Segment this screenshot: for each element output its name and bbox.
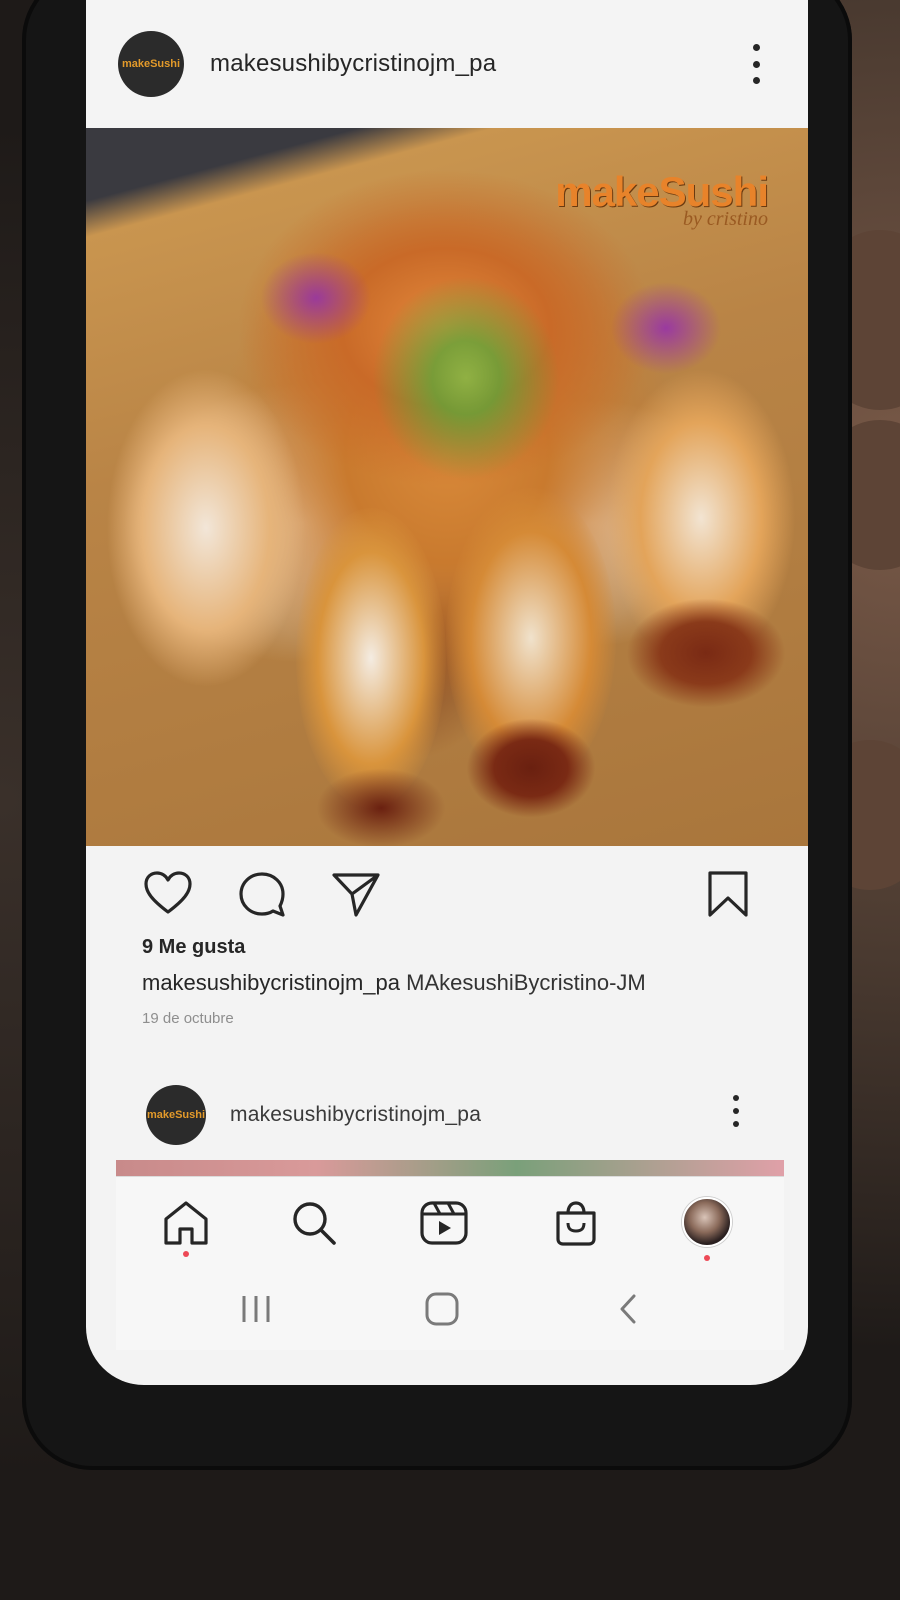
- back-icon[interactable]: [608, 1292, 648, 1326]
- post-actions: [86, 846, 808, 936]
- heart-icon[interactable]: [142, 868, 194, 920]
- avatar-logo: makeSushi: [146, 1109, 206, 1121]
- home-button-icon[interactable]: [422, 1292, 462, 1326]
- next-post-header: makeSushi makesushibycristinojm_pa: [86, 1070, 808, 1160]
- comment-icon[interactable]: [236, 868, 288, 920]
- post-image[interactable]: makeSushi by cristino: [86, 128, 808, 846]
- profile-avatar[interactable]: [682, 1197, 732, 1247]
- like-count[interactable]: 9 Me gusta: [142, 936, 245, 959]
- sushi-piece: [296, 508, 446, 808]
- phone-screen: makeSushi makesushibycristinojm_pa makeS…: [86, 0, 808, 1385]
- more-options-icon[interactable]: [732, 1095, 740, 1127]
- post-caption: makesushibycristinojm_pa MAkesushiBycris…: [142, 970, 646, 996]
- sauce-drizzle: [626, 598, 786, 708]
- cabbage-garnish: [256, 248, 376, 348]
- avatar-logo: makeSushi: [121, 58, 181, 70]
- caption-text: MAkesushiBycristino-JM: [406, 970, 646, 995]
- home-notification-dot: [183, 1251, 189, 1257]
- shop-icon[interactable]: [550, 1197, 602, 1249]
- avatar[interactable]: makeSushi: [118, 31, 184, 97]
- reels-icon[interactable]: [418, 1197, 470, 1249]
- avatar[interactable]: makeSushi: [146, 1085, 206, 1145]
- search-icon[interactable]: [288, 1197, 340, 1249]
- post-username[interactable]: makesushibycristinojm_pa: [210, 50, 496, 78]
- more-options-icon[interactable]: [752, 44, 760, 84]
- post-date: 19 de octubre: [142, 1010, 234, 1027]
- phone-frame: makeSushi makesushibycristinojm_pa makeS…: [22, 0, 852, 1470]
- home-icon[interactable]: [160, 1197, 212, 1249]
- cabbage-garnish: [606, 278, 726, 378]
- recents-icon[interactable]: [236, 1292, 276, 1326]
- bottom-nav: [116, 1176, 784, 1270]
- sauce-drizzle: [316, 768, 446, 846]
- profile-notification-dot: [704, 1255, 710, 1261]
- share-icon[interactable]: [330, 868, 382, 920]
- sauce-drizzle: [466, 718, 596, 818]
- caption-username[interactable]: makesushibycristinojm_pa: [142, 970, 400, 995]
- post-header: makeSushi makesushibycristinojm_pa: [86, 0, 808, 128]
- bookmark-icon[interactable]: [702, 868, 754, 920]
- next-post-username[interactable]: makesushibycristinojm_pa: [230, 1103, 481, 1127]
- next-post-image[interactable]: [116, 1160, 784, 1176]
- brand-watermark: makeSushi by cristino: [555, 168, 769, 231]
- system-nav-bar: [116, 1270, 784, 1350]
- scallion-garnish: [346, 248, 586, 508]
